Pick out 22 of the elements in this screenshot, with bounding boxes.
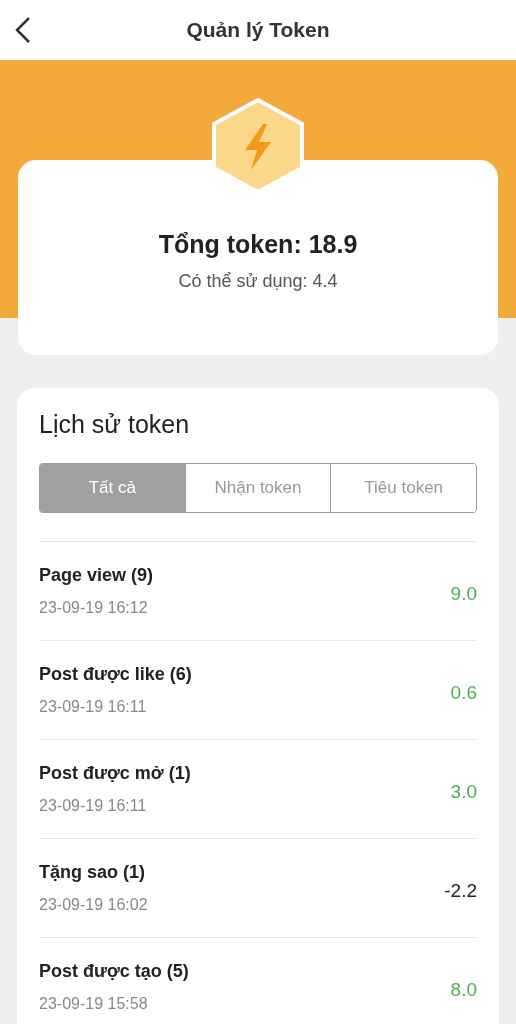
transaction-time: 23-09-19 16:12 — [39, 599, 149, 617]
transaction-name: Post được mở (1) — [39, 763, 192, 784]
transaction-amount: 8.0 — [450, 979, 477, 1001]
transaction-amount: 0.6 — [450, 682, 477, 704]
transaction-name: Post được tạo (5) — [39, 961, 190, 982]
transaction-time: 23-09-19 16:11 — [39, 698, 148, 716]
transaction-name: Page view (9) — [39, 565, 155, 586]
transaction-name: Tặng sao (1) — [39, 862, 146, 883]
transaction-name: Post được like (6) — [39, 664, 193, 685]
transaction-amount: 3.0 — [450, 781, 477, 803]
transaction-time: 23-09-19 16:02 — [39, 896, 149, 914]
transaction-amount: -2.2 — [444, 880, 477, 902]
total-token: Tổng token: 18.9 — [158, 230, 358, 259]
filter-tab[interactable]: Tiêu token — [330, 464, 476, 512]
back-button[interactable] — [14, 16, 32, 44]
transaction-amount: 9.0 — [450, 583, 477, 605]
available-token: Có thể sử dụng: 4.4 — [178, 271, 338, 292]
filter-tab[interactable]: Tất cả — [40, 464, 185, 512]
page-title: Quản lý Token — [186, 18, 330, 42]
transaction-time: 23-09-19 16:11 — [39, 797, 148, 815]
history-title: Lịch sử token — [39, 410, 191, 439]
transaction-time: 23-09-19 15:58 — [39, 995, 149, 1013]
